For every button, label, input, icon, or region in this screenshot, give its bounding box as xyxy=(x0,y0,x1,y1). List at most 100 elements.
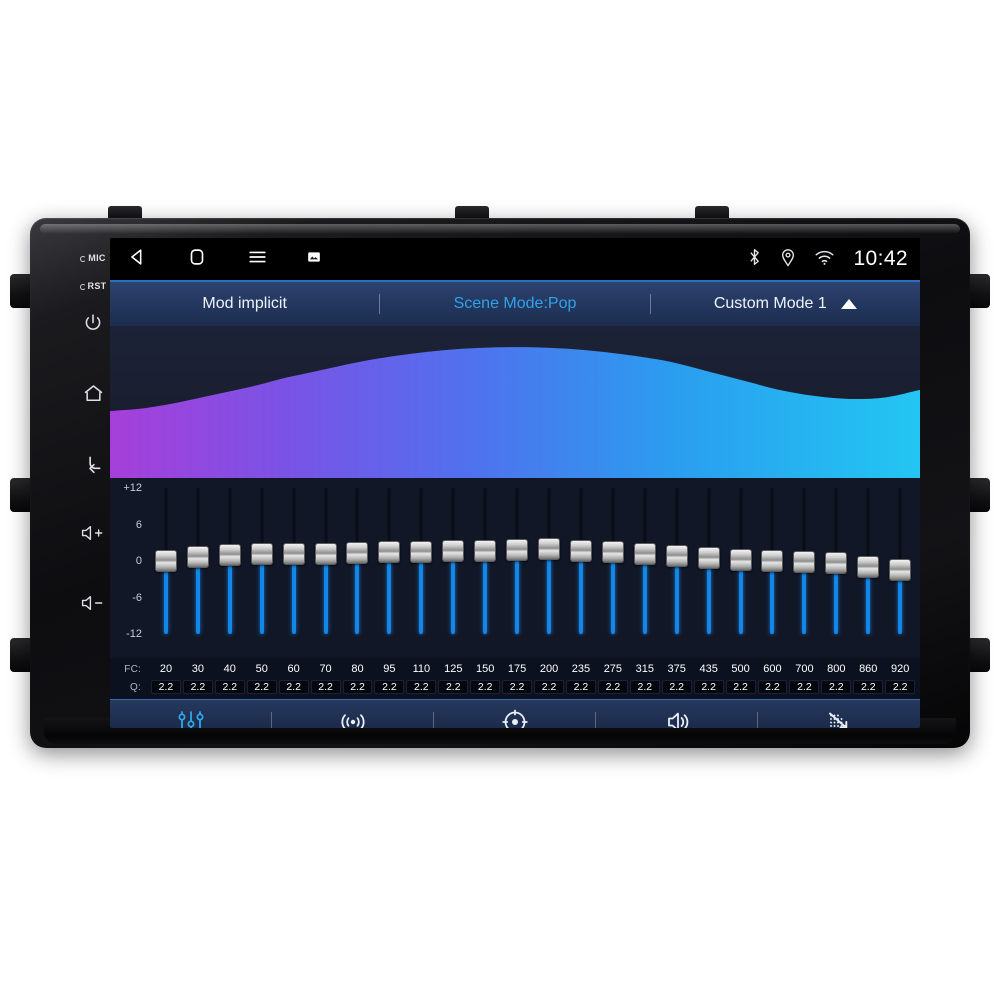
q-value[interactable]: 2.2 xyxy=(821,680,852,694)
q-cells[interactable]: 2.2 2.2 2.2 2.2 2.2 2.2 2.2 2.2 2.2 2.2 2.2 2.2 2.2 2… xyxy=(146,680,920,694)
slider-handle[interactable] xyxy=(186,546,209,569)
q-value[interactable]: 2.2 xyxy=(278,680,309,694)
eq-band-slider[interactable] xyxy=(373,478,405,658)
eq-band-slider[interactable] xyxy=(597,478,629,658)
eq-band-slider[interactable] xyxy=(629,478,661,658)
eq-band-slider[interactable] xyxy=(788,478,820,658)
eq-band-slider[interactable] xyxy=(757,478,789,658)
fc-value: 20 xyxy=(159,663,173,675)
slider-handle[interactable] xyxy=(250,543,273,566)
tab-sunet-ambiental[interactable]: Sunet ambiental xyxy=(272,700,434,728)
eq-band-slider[interactable] xyxy=(884,478,916,658)
slider-track-lower xyxy=(515,550,520,634)
q-value[interactable]: 2.2 xyxy=(565,680,596,694)
q-value[interactable]: 2.2 xyxy=(246,680,277,694)
eq-band-slider[interactable] xyxy=(820,478,852,658)
q-value[interactable]: 2.2 xyxy=(214,680,245,694)
slider-handle[interactable] xyxy=(569,539,592,562)
mode-scene-button[interactable]: Scene Mode:Pop xyxy=(380,282,649,326)
q-value[interactable]: 2.2 xyxy=(406,680,437,694)
back-icon[interactable] xyxy=(126,246,148,273)
eq-band-slider[interactable] xyxy=(342,478,374,658)
slider-handle[interactable] xyxy=(314,542,337,565)
q-value[interactable]: 2.2 xyxy=(502,680,533,694)
slider-handle[interactable] xyxy=(857,556,880,579)
home-icon[interactable] xyxy=(186,246,208,273)
fc-value: 435 xyxy=(699,663,718,675)
eq-band-slider[interactable] xyxy=(214,478,246,658)
slider-track-lower xyxy=(195,557,200,634)
eq-band-slider[interactable] xyxy=(246,478,278,658)
equalizer-panel[interactable]: +12 6 0 -6 -12 xyxy=(110,478,920,658)
eq-band-slider[interactable] xyxy=(469,478,501,658)
audio-settings-tabbar[interactable]: EQ Sunet ambiental ZONA Sound Filtru de … xyxy=(110,699,920,728)
slider-handle[interactable] xyxy=(697,546,720,569)
eq-band-slider[interactable] xyxy=(501,478,533,658)
tab-filtru-de-bas[interactable]: Filtru de bas xyxy=(758,700,920,728)
caret-up-icon[interactable] xyxy=(840,299,857,309)
slider-handle[interactable] xyxy=(346,542,369,565)
q-value[interactable]: 2.2 xyxy=(182,680,213,694)
q-value[interactable]: 2.2 xyxy=(310,680,341,694)
eq-band-slider[interactable] xyxy=(565,478,597,658)
volume-up-icon xyxy=(81,525,103,541)
eq-band-slider[interactable] xyxy=(437,478,469,658)
q-value[interactable]: 2.2 xyxy=(342,680,373,694)
slider-track-lower xyxy=(547,548,552,634)
eq-band-sliders[interactable] xyxy=(146,478,920,658)
q-value[interactable]: 2.2 xyxy=(151,680,181,694)
q-value[interactable]: 2.2 xyxy=(438,680,469,694)
slider-handle[interactable] xyxy=(474,539,497,562)
slider-handle[interactable] xyxy=(729,548,752,571)
menu-icon[interactable] xyxy=(246,246,269,273)
slider-handle[interactable] xyxy=(825,552,848,575)
mode-custom-button[interactable]: Custom Mode 1 xyxy=(651,282,920,326)
eq-band-slider[interactable] xyxy=(725,478,757,658)
q-value[interactable]: 2.2 xyxy=(693,680,724,694)
slider-handle[interactable] xyxy=(793,551,816,574)
slider-handle[interactable] xyxy=(665,545,688,568)
tab-zona[interactable]: ZONA xyxy=(434,700,596,728)
q-value[interactable]: 2.2 xyxy=(885,680,916,694)
eq-band-slider[interactable] xyxy=(150,478,182,658)
slider-track-lower xyxy=(419,551,424,634)
eq-band-slider[interactable] xyxy=(661,478,693,658)
slider-handle[interactable] xyxy=(378,541,401,564)
eq-band-slider[interactable] xyxy=(310,478,342,658)
slider-handle[interactable] xyxy=(601,541,624,564)
q-value[interactable]: 2.2 xyxy=(725,680,756,694)
eq-band-slider[interactable] xyxy=(182,478,214,658)
eq-band-slider[interactable] xyxy=(278,478,310,658)
eq-band-slider[interactable] xyxy=(533,478,565,658)
slider-handle[interactable] xyxy=(282,543,305,566)
q-value[interactable]: 2.2 xyxy=(470,680,501,694)
slider-handle[interactable] xyxy=(410,540,433,563)
q-value[interactable]: 2.2 xyxy=(597,680,628,694)
screenshot-icon[interactable] xyxy=(307,250,321,269)
slider-handle[interactable] xyxy=(889,558,912,581)
tab-sound[interactable]: Sound xyxy=(596,700,758,728)
slider-handle[interactable] xyxy=(442,540,465,563)
q-value[interactable]: 2.2 xyxy=(853,680,884,694)
q-value[interactable]: 2.2 xyxy=(629,680,660,694)
slider-handle[interactable] xyxy=(218,543,241,566)
eq-band-slider[interactable] xyxy=(852,478,884,658)
slider-handle[interactable] xyxy=(633,543,656,566)
tab-eq[interactable]: EQ xyxy=(110,700,272,728)
q-value[interactable]: 2.2 xyxy=(789,680,820,694)
slider-handle[interactable] xyxy=(154,550,177,572)
touchscreen[interactable]: 10:42 Mod implicit Scene Mode:Pop Custom… xyxy=(110,238,920,728)
eq-band-slider[interactable] xyxy=(693,478,725,658)
slider-handle[interactable] xyxy=(538,537,561,560)
q-value[interactable]: 2.2 xyxy=(374,680,405,694)
slider-track-lower xyxy=(355,553,360,634)
mode-default-button[interactable]: Mod implicit xyxy=(110,282,379,326)
fc-value: 125 xyxy=(444,663,463,675)
q-value[interactable]: 2.2 xyxy=(534,680,564,694)
q-value[interactable]: 2.2 xyxy=(661,680,692,694)
slider-handle[interactable] xyxy=(506,539,529,562)
mode-scene-label: Scene Mode:Pop xyxy=(453,295,577,312)
eq-band-slider[interactable] xyxy=(405,478,437,658)
q-value[interactable]: 2.2 xyxy=(757,680,788,694)
slider-handle[interactable] xyxy=(761,550,784,572)
